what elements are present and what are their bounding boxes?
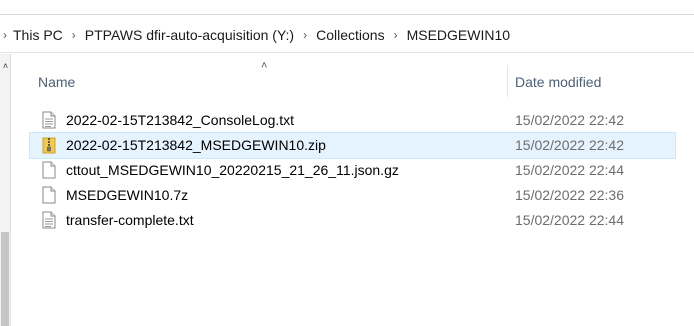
breadcrumb-collections[interactable]: Collections [316,27,384,43]
breadcrumb[interactable]: › This PC › PTPAWS dfir-auto-acquisition… [0,17,694,53]
file-date-modified: 15/02/2022 22:42 [515,137,624,153]
breadcrumb-drive[interactable]: PTPAWS dfir-auto-acquisition (Y:) [85,27,294,43]
blank-file-icon [42,186,56,204]
file-explorer-window: › This PC › PTPAWS dfir-auto-acquisition… [0,0,694,326]
file-row[interactable]: 2022-02-15T213842_ConsoleLog.txt 15/02/2… [30,108,675,133]
file-date-modified: 15/02/2022 22:44 [515,212,624,228]
column-divider[interactable] [507,65,508,97]
file-date-modified: 15/02/2022 22:36 [515,187,624,203]
chevron-right-icon[interactable]: › [394,29,398,41]
file-row[interactable]: MSEDGEWIN10.7z 15/02/2022 22:36 [30,183,675,208]
sort-ascending-icon: ˄ [261,60,268,72]
breadcrumb-this-pc[interactable]: This PC [13,27,63,43]
column-header-date-modified[interactable]: Date modified [515,74,601,90]
column-header-name[interactable]: Name [38,74,75,90]
file-list: 2022-02-15T213842_ConsoleLog.txt 15/02/2… [29,108,694,233]
file-row-selected[interactable]: 2022-02-15T213842_MSEDGEWIN10.zip 15/02/… [29,132,676,159]
scrollbar-thumb[interactable] [1,232,9,326]
text-file-icon [42,211,56,229]
file-name[interactable]: 2022-02-15T213842_ConsoleLog.txt [66,112,294,128]
ribbon-edge [0,0,694,15]
chevron-right-icon[interactable]: › [72,29,76,41]
navigation-pane-scrollbar[interactable]: ˄ [0,54,11,326]
zip-folder-icon [42,137,56,154]
file-name[interactable]: MSEDGEWIN10.7z [66,187,188,203]
file-name[interactable]: 2022-02-15T213842_MSEDGEWIN10.zip [66,137,326,153]
scroll-up-arrow-icon[interactable]: ˄ [1,62,10,71]
file-row[interactable]: cttout_MSEDGEWIN10_20220215_21_26_11.jso… [30,158,675,183]
file-row[interactable]: transfer-complete.txt 15/02/2022 22:44 [30,208,675,233]
breadcrumb-msedgewin10[interactable]: MSEDGEWIN10 [407,27,510,43]
file-name[interactable]: transfer-complete.txt [66,212,194,228]
file-date-modified: 15/02/2022 22:42 [515,112,624,128]
text-file-icon [42,111,56,129]
chevron-right-icon[interactable]: › [3,29,7,41]
chevron-right-icon[interactable]: › [303,29,307,41]
file-date-modified: 15/02/2022 22:44 [515,162,624,178]
file-name[interactable]: cttout_MSEDGEWIN10_20220215_21_26_11.jso… [66,162,399,178]
blank-file-icon [42,161,56,179]
column-header: Name ˄ Date modified [30,60,694,102]
